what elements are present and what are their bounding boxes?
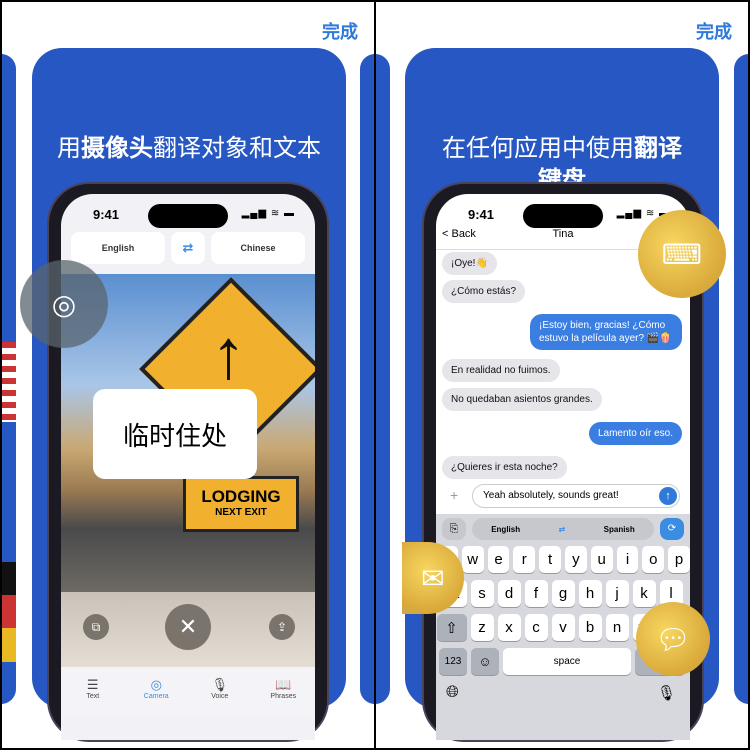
key-y[interactable]: y <box>565 546 587 573</box>
key-f[interactable]: f <box>524 580 548 607</box>
key-p[interactable]: p <box>668 546 690 573</box>
key-z[interactable]: z <box>470 614 494 641</box>
next-card-peek[interactable] <box>360 54 374 704</box>
key-d[interactable]: d <box>497 580 521 607</box>
keyboard-source-language[interactable]: English <box>491 525 520 534</box>
keyboard-target-language[interactable]: Spanish <box>604 525 635 534</box>
message-bubble: En realidad no fuimos. <box>442 359 560 382</box>
message-bubble: Lamento oír eso. <box>588 422 682 445</box>
key-r[interactable]: r <box>513 546 536 573</box>
send-icon[interactable]: ↑ <box>659 487 677 505</box>
status-time: 9:41 <box>468 207 495 222</box>
source-language-button[interactable]: English <box>71 232 165 264</box>
key-e[interactable]: e <box>487 546 510 573</box>
key-t[interactable]: t <box>539 546 561 573</box>
tab-phrases[interactable]: 📖 Phrases <box>258 677 308 717</box>
key-g[interactable]: g <box>551 580 575 607</box>
camera-icon: ◎ <box>150 677 162 692</box>
key-c[interactable]: c <box>524 614 548 641</box>
key-h[interactable]: h <box>578 580 602 607</box>
key-v[interactable]: v <box>551 614 575 641</box>
message-bubble: ¡Estoy bien, gracias! ¿Cómo estuvo la pe… <box>530 314 682 350</box>
chat-feature-icon: 💬︎ <box>636 602 710 676</box>
key-k[interactable]: k <box>632 580 656 607</box>
key-o[interactable]: o <box>642 546 665 573</box>
status-time: 9:41 <box>93 207 120 222</box>
previous-card-peek[interactable] <box>376 54 390 704</box>
swap-languages-icon[interactable]: ⇄ <box>559 525 566 534</box>
key-s[interactable]: s <box>470 580 494 607</box>
target-language-button[interactable]: Chinese <box>211 232 305 264</box>
message-bubble: ¿Quieres ir esta noche? <box>442 456 567 479</box>
share-icon[interactable]: ⇪ <box>269 614 295 640</box>
swap-languages-icon[interactable]: ⇄ <box>171 232 205 264</box>
german-flag-icon <box>2 562 16 662</box>
text-icon: ☰ <box>86 677 99 692</box>
next-card-peek[interactable] <box>734 54 748 704</box>
screenshot-keyboard-panel: 完成 在任何应用中使用翻译 键盘 9:41 ▂▄▆ ≋ ▬ < Back Tina… <box>376 2 748 748</box>
key-w[interactable]: w <box>461 546 484 573</box>
key-j[interactable]: j <box>605 580 629 607</box>
screenshot-camera-panel: 完成 用摄像头翻译对象和文本 9:41 ▂▄▆ ≋ ▬ English ⇄ Ch… <box>2 2 374 748</box>
done-button[interactable]: 完成 <box>322 18 358 44</box>
translate-icon[interactable]: ⟳ <box>660 518 684 540</box>
shift-key[interactable]: ⇧ <box>436 614 467 641</box>
tab-camera[interactable]: ◎ Camera <box>131 677 181 717</box>
message-bubble: ¿Cómo estás? <box>442 280 526 303</box>
message-bubble: No quedaban asientos grandes. <box>442 388 602 411</box>
message-bubble: ¡Oye!👋 <box>442 252 497 275</box>
close-icon[interactable]: ✕ <box>165 604 211 650</box>
status-icons: ▂▄▆ ≋ ▬ <box>241 208 295 219</box>
arrow-icon: ↑ <box>211 315 246 393</box>
dynamic-island <box>148 204 228 228</box>
space-key[interactable]: space <box>503 648 631 675</box>
key-i[interactable]: i <box>616 546 639 573</box>
dynamic-island <box>523 204 603 228</box>
microphone-icon: 🎙 <box>211 677 228 692</box>
emoji-key[interactable]: ☺ <box>471 648 499 675</box>
lodging-sign: LODGING NEXT EXIT <box>183 476 299 532</box>
clipboard-icon[interactable]: ⎘ <box>442 518 466 540</box>
tab-voice[interactable]: 🎙 Voice <box>195 677 245 717</box>
numbers-key[interactable]: 123 <box>439 648 467 675</box>
add-to-collection-icon[interactable]: ⧉ <box>83 614 109 640</box>
key-n[interactable]: n <box>605 614 629 641</box>
us-flag-icon <box>2 342 16 422</box>
add-attachment-icon[interactable]: + <box>450 487 458 503</box>
key-x[interactable]: x <box>497 614 521 641</box>
keyboard-feature-icon: ⌨ <box>638 210 726 298</box>
key-u[interactable]: u <box>590 546 613 573</box>
microphone-icon[interactable]: 🎙︎ <box>657 684 676 702</box>
tab-text[interactable]: ☰ Text <box>68 677 118 717</box>
globe-icon[interactable]: 🌐︎ <box>446 684 459 702</box>
phone-mockup: 9:41 ▂▄▆ ≋ ▬ English ⇄ Chinese ↑ LODGING… <box>47 182 329 742</box>
key-b[interactable]: b <box>578 614 602 641</box>
book-icon: 📖 <box>275 677 292 692</box>
translation-overlay: 临时住处 <box>93 389 257 479</box>
camera-feature-icon: ◎ <box>20 260 108 348</box>
promo-title: 用摄像头翻译对象和文本 <box>57 134 321 162</box>
message-input[interactable]: Yeah absolutely, sounds great! <box>472 484 680 508</box>
done-button[interactable]: 完成 <box>696 18 732 44</box>
